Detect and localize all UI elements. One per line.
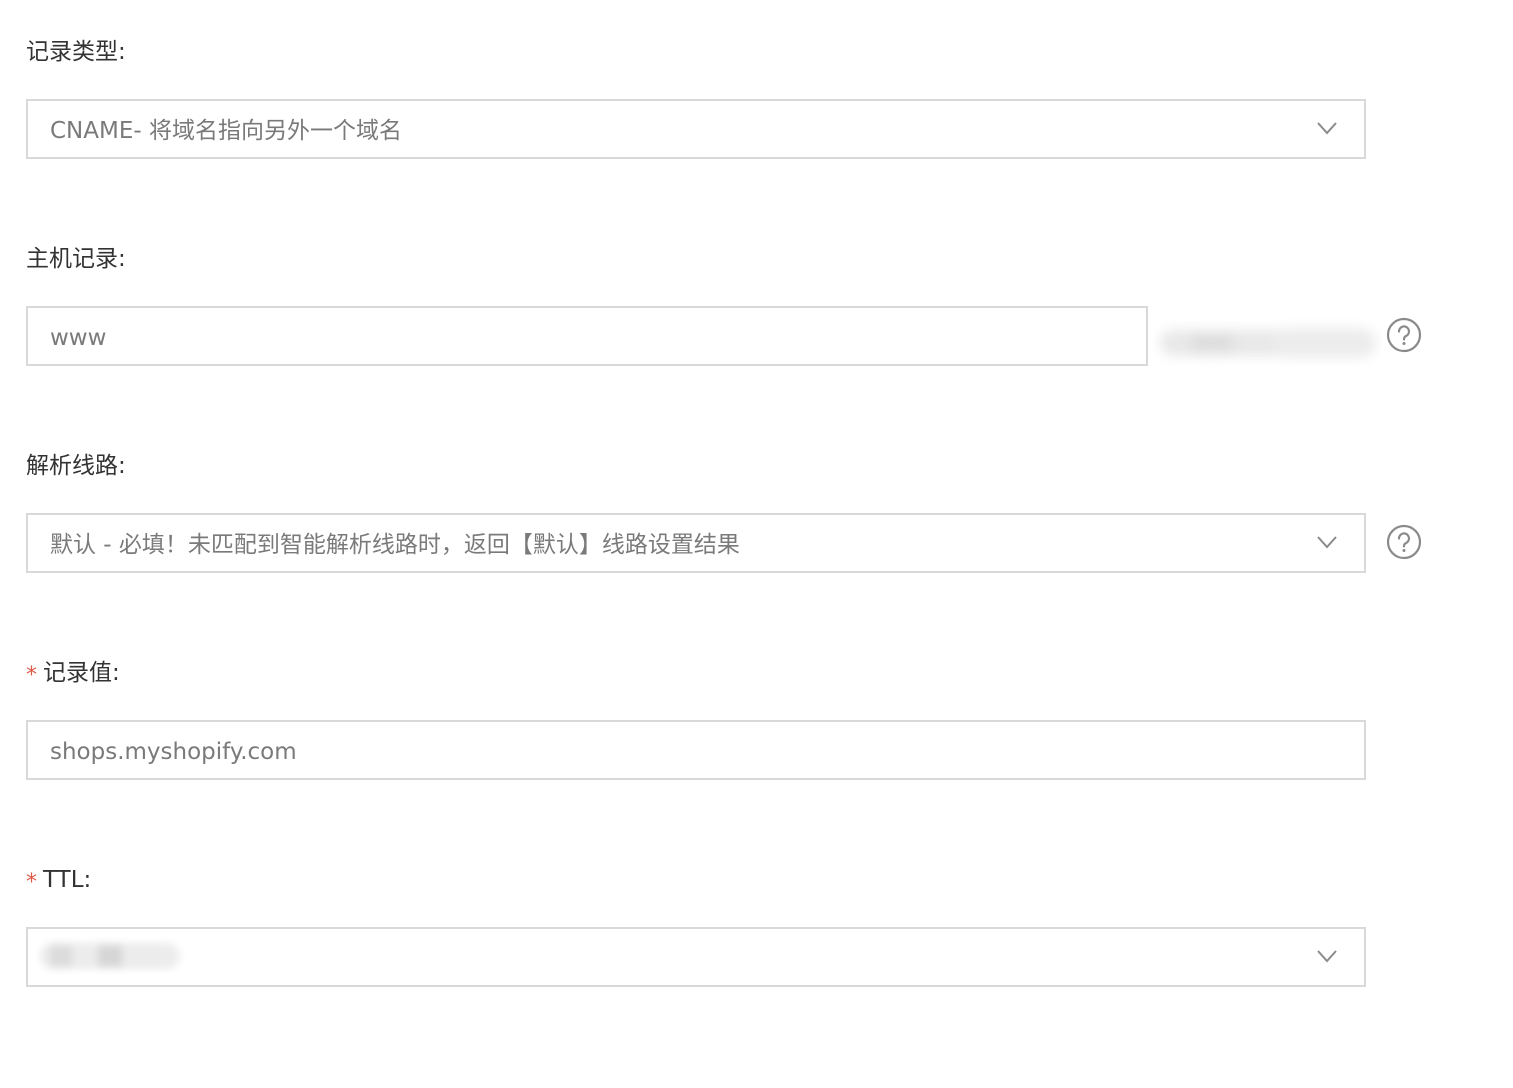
record-value-label-row: * 记录值: [26, 658, 120, 689]
chevron-down-icon [1317, 536, 1337, 549]
host-record-input[interactable]: www [26, 306, 1148, 366]
host-record-label: 主机记录: [26, 246, 126, 272]
question-circle-icon[interactable] [1386, 317, 1422, 353]
record-value-input[interactable]: shops.myshopify.com [26, 720, 1366, 780]
question-circle-icon[interactable] [1386, 524, 1422, 560]
required-asterisk: * [26, 870, 37, 895]
required-asterisk: * [26, 663, 37, 688]
record-value-label: 记录值: [43, 660, 120, 686]
resolution-line-select[interactable]: 默认 - 必填！未匹配到智能解析线路时，返回【默认】线路设置结果 [26, 513, 1366, 573]
host-record-value: www [50, 325, 107, 351]
chevron-down-icon [1317, 950, 1337, 963]
record-type-select[interactable]: CNAME- 将域名指向另外一个域名 [26, 99, 1366, 159]
redacted-domain-suffix [1160, 328, 1376, 358]
record-value-value: shops.myshopify.com [50, 739, 297, 765]
ttl-label-row: * TTL: [26, 865, 91, 896]
ttl-select[interactable] [26, 927, 1366, 987]
redacted-ttl-value [40, 943, 180, 969]
chevron-down-icon [1317, 122, 1337, 135]
ttl-label: TTL: [43, 867, 92, 893]
record-type-value: CNAME- 将域名指向另外一个域名 [50, 118, 402, 144]
record-type-label: 记录类型: [26, 39, 126, 65]
resolution-line-value: 默认 - 必填！未匹配到智能解析线路时，返回【默认】线路设置结果 [50, 532, 740, 558]
resolution-line-label: 解析线路: [26, 453, 126, 479]
